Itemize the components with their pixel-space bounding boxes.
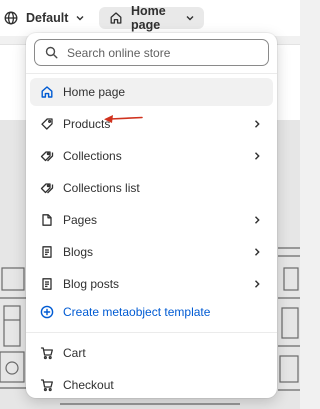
menu-item-label: Collections list <box>63 181 140 195</box>
chevron-right-icon <box>251 246 263 258</box>
menu-item-label: Checkout <box>63 378 114 392</box>
menu-item-pages[interactable]: Pages <box>30 206 273 234</box>
chevron-right-icon <box>251 150 263 162</box>
collection-icon <box>40 149 54 163</box>
divider <box>26 73 277 74</box>
page-icon <box>40 213 54 227</box>
home-icon <box>109 11 123 25</box>
page-label: Home page <box>131 4 166 32</box>
chevron-right-icon <box>251 278 263 290</box>
menu-item-cart[interactable]: Cart <box>30 339 273 367</box>
cart-icon <box>40 346 54 360</box>
menu-item-label: Products <box>63 117 111 131</box>
menu-item-label: Cart <box>63 346 86 360</box>
home-icon <box>40 85 54 99</box>
chevron-right-icon <box>251 118 263 130</box>
menu-item-home-page[interactable]: Home page <box>30 78 273 106</box>
menu-item-checkout[interactable]: Checkout <box>30 371 273 398</box>
create-metaobject-template-link[interactable]: Create metaobject template <box>30 298 273 326</box>
blog-icon <box>40 245 54 259</box>
menu-item-label: Blogs <box>63 245 94 259</box>
page-dropdown-menu: Home page Products Collections <box>26 33 277 398</box>
menu-item-label: Collections <box>63 149 122 163</box>
menu-item-label: Pages <box>63 213 98 227</box>
menu-item-blog-posts[interactable]: Blog posts <box>30 270 273 298</box>
search-icon <box>45 46 58 59</box>
search-input[interactable] <box>67 45 257 60</box>
cart-icon <box>40 378 54 392</box>
chevron-right-icon <box>251 214 263 226</box>
blog-post-icon <box>40 277 54 291</box>
globe-icon <box>4 11 18 25</box>
theme-selector[interactable]: Default <box>4 7 86 29</box>
menu-item-label: Blog posts <box>63 277 120 291</box>
top-bar: Default Home page <box>0 0 300 36</box>
tag-icon <box>40 117 54 131</box>
menu-item-collections[interactable]: Collections <box>30 142 273 170</box>
theme-label: Default <box>26 11 69 25</box>
divider <box>26 332 277 333</box>
search-field[interactable] <box>34 39 269 66</box>
annotation-arrow-icon <box>104 115 143 123</box>
chevron-down-icon <box>74 12 86 24</box>
page-selector[interactable]: Home page <box>99 4 204 32</box>
menu-item-blogs[interactable]: Blogs <box>30 238 273 266</box>
menu-item-collections-list[interactable]: Collections list <box>30 174 273 202</box>
menu-item-label: Create metaobject template <box>63 305 211 319</box>
chevron-down-icon <box>184 12 196 24</box>
collection-list-icon <box>40 181 54 195</box>
menu-item-products[interactable]: Products <box>30 110 273 138</box>
plus-circle-icon <box>40 305 54 319</box>
menu-item-label: Home page <box>63 85 126 99</box>
